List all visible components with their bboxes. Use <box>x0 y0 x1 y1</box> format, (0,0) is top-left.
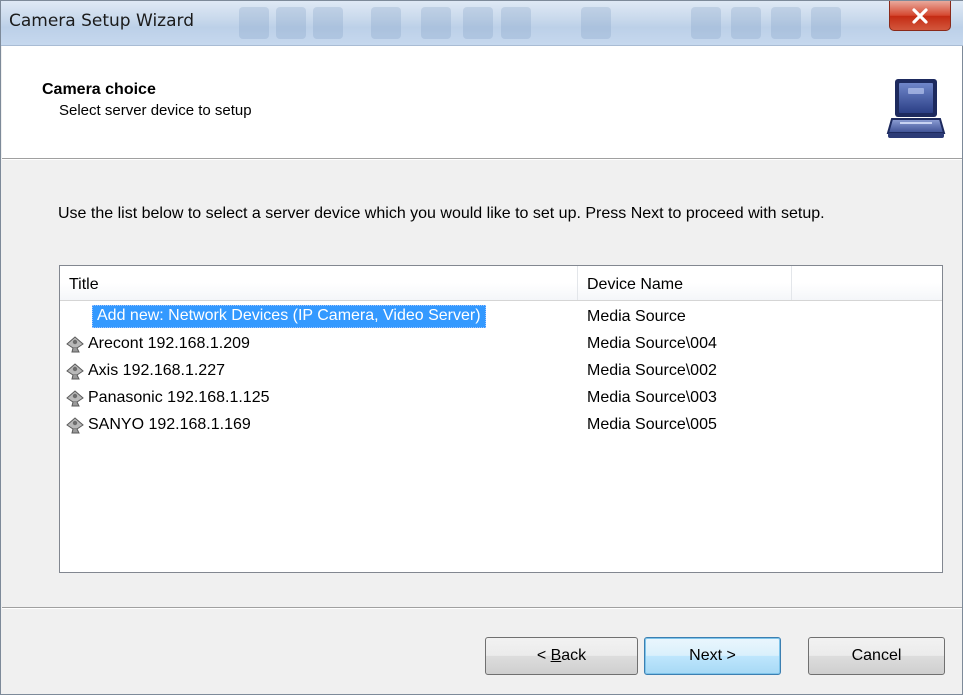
blurred-background-icon <box>421 7 451 39</box>
camera-icon <box>66 335 84 352</box>
laptop-icon <box>886 79 946 138</box>
instruction-text: Use the list below to select a server de… <box>58 205 825 222</box>
list-item[interactable]: Arecont 192.168.1.209 Media Source\004 <box>60 331 942 356</box>
close-x-icon <box>912 7 928 24</box>
row-title-cell: Add new: Network Devices (IP Camera, Vid… <box>64 304 486 329</box>
blurred-background-icon <box>239 7 269 39</box>
window-title: Camera Setup Wizard <box>9 11 194 31</box>
camera-icon <box>66 362 84 379</box>
page-title: Camera choice <box>42 81 156 98</box>
column-header-filler <box>792 266 942 300</box>
back-button-mnemonic: B <box>550 647 562 664</box>
row-icon-placeholder <box>64 308 92 326</box>
wizard-header: Camera choice Select server device to se… <box>2 46 962 159</box>
back-button[interactable]: < Back <box>485 637 638 675</box>
row-title-cell: Panasonic 192.168.1.125 <box>64 385 269 410</box>
row-title-cell: Arecont 192.168.1.209 <box>64 331 250 356</box>
list-item[interactable]: SANYO 192.168.1.169 Media Source\005 <box>60 412 942 437</box>
row-title: Panasonic 192.168.1.125 <box>88 388 270 406</box>
list-item-add-new[interactable]: Add new: Network Devices (IP Camera, Vid… <box>60 304 942 329</box>
footer-divider <box>2 607 962 609</box>
row-device-name: Media Source\005 <box>587 415 717 433</box>
row-device-name: Media Source <box>587 307 686 325</box>
camera-icon <box>66 389 84 406</box>
title-bar[interactable]: Camera Setup Wizard <box>1 1 963 46</box>
list-item[interactable]: Axis 192.168.1.227 Media Source\002 <box>60 358 942 383</box>
row-device-name: Media Source\002 <box>587 361 717 379</box>
column-header-device-name[interactable]: Device Name <box>578 266 792 300</box>
blurred-background-icon <box>276 7 306 39</box>
cancel-button[interactable]: Cancel <box>808 637 945 675</box>
row-device-name: Media Source\004 <box>587 334 717 352</box>
device-list[interactable]: Title Device Name Add new: Network Devic… <box>59 265 943 573</box>
blurred-background-icon <box>313 7 343 39</box>
row-title: Axis 192.168.1.227 <box>88 361 225 379</box>
blurred-background-icon <box>731 7 761 39</box>
blurred-background-icon <box>501 7 531 39</box>
camera-icon <box>66 416 84 433</box>
blurred-background-icon <box>371 7 401 39</box>
next-button[interactable]: Next > <box>644 637 781 675</box>
blurred-background-icon <box>811 7 841 39</box>
row-title: SANYO 192.168.1.169 <box>88 415 251 433</box>
back-button-prefix: < <box>536 647 551 664</box>
wizard-window: Camera Setup Wizard Camera choice Select… <box>0 0 963 695</box>
list-item[interactable]: Panasonic 192.168.1.125 Media Source\003 <box>60 385 942 410</box>
column-header-title[interactable]: Title <box>60 266 578 300</box>
blurred-background-icon <box>581 7 611 39</box>
back-button-rest: ack <box>561 647 587 664</box>
row-device-name: Media Source\003 <box>587 388 717 406</box>
page-subtitle: Select server device to setup <box>59 102 252 119</box>
blurred-background-icon <box>463 7 493 39</box>
row-title-cell: Axis 192.168.1.227 <box>64 358 225 383</box>
blurred-background-icon <box>691 7 721 39</box>
row-title-cell: SANYO 192.168.1.169 <box>64 412 251 437</box>
blurred-background-icon <box>771 7 801 39</box>
close-button[interactable] <box>889 1 951 31</box>
list-header: Title Device Name <box>60 266 942 301</box>
row-title: Add new: Network Devices (IP Camera, Vid… <box>92 305 486 328</box>
row-title: Arecont 192.168.1.209 <box>88 334 250 352</box>
